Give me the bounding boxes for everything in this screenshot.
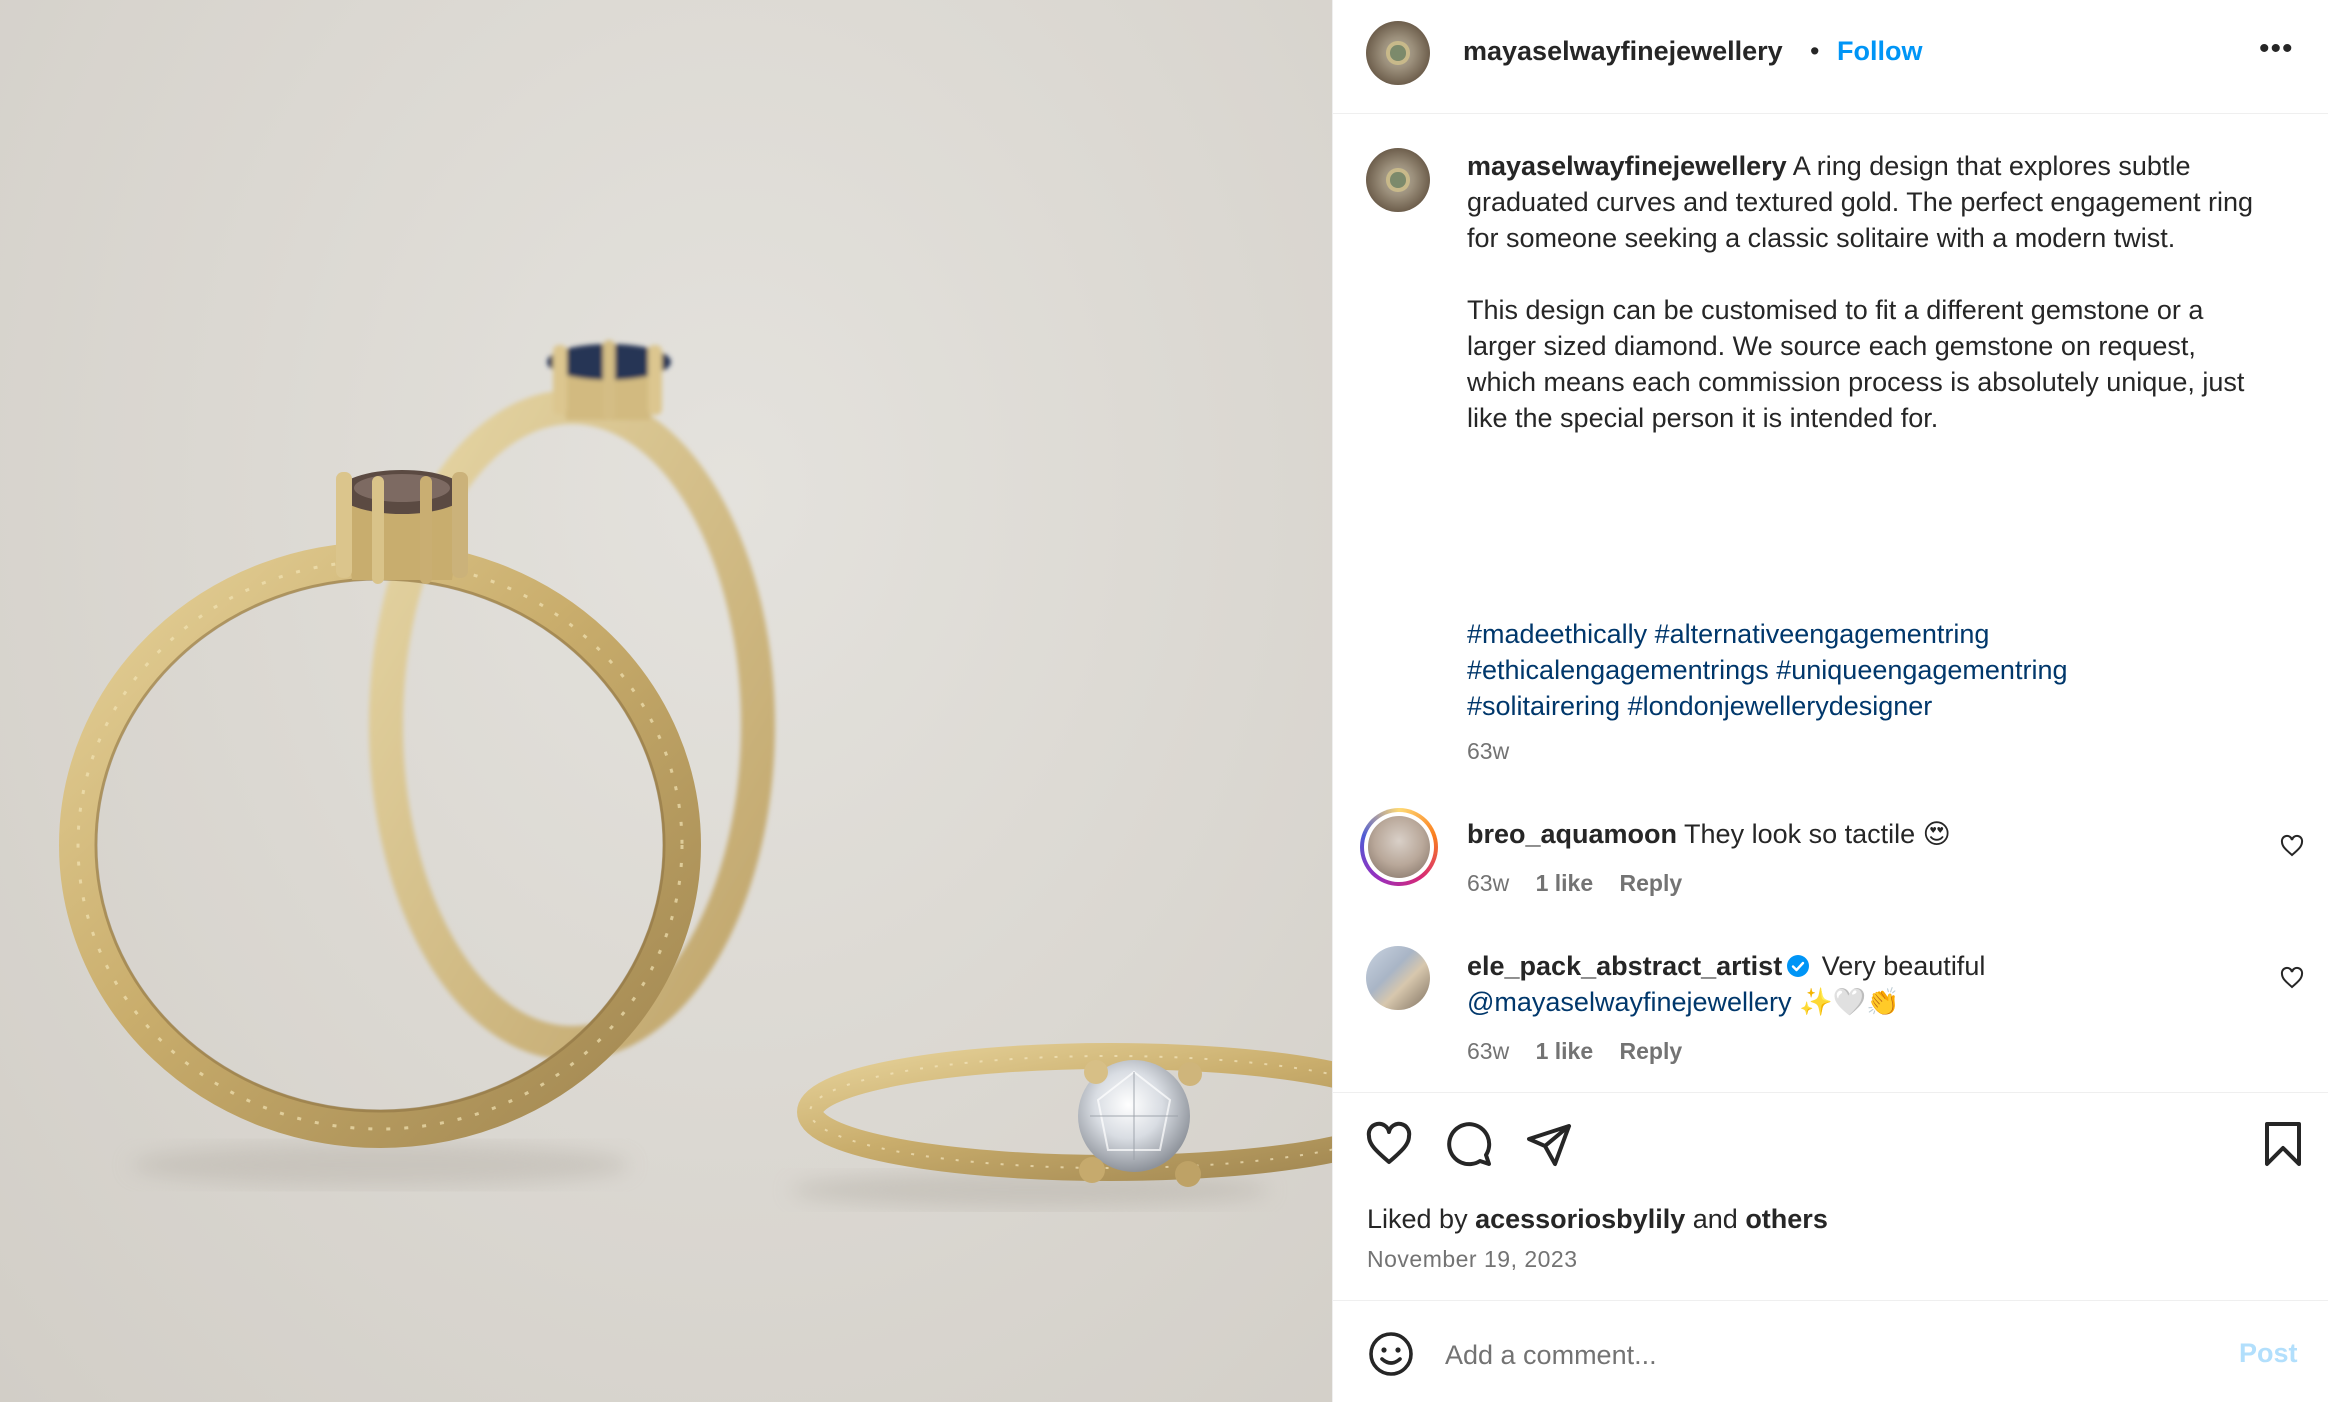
comment-text: breo_aquamoon They look so tactile 😍 (1467, 816, 2227, 852)
heart-icon[interactable] (1365, 1120, 1413, 1168)
commenter-avatar (1368, 816, 1430, 878)
likes-others[interactable]: others (1745, 1204, 1828, 1234)
add-comment-input[interactable] (1443, 1334, 2127, 1376)
hashtag-link[interactable]: #uniqueengagementring (1776, 655, 2067, 685)
back-ring (369, 340, 775, 1060)
separator-dot: • (1810, 36, 1820, 66)
hashtag-link[interactable]: #ethicalengagementrings (1467, 655, 1769, 685)
header-username[interactable]: mayaselwayfinejewellery (1463, 36, 1783, 67)
likes-summary: Liked by acessoriosbylily and others (1367, 1204, 1828, 1235)
bookmark-icon[interactable] (2261, 1120, 2305, 1168)
avatar[interactable] (1366, 21, 1430, 85)
diamond-ring (797, 1043, 1332, 1187)
likes-and: and (1692, 1204, 1738, 1234)
hashtag-link[interactable]: #alternativeengagementring (1655, 619, 1990, 649)
likes-prefix: Liked by (1367, 1204, 1468, 1234)
reply-button[interactable]: Reply (1620, 1038, 1683, 1064)
post-header: mayaselwayfinejewellery • Follow ••• (1333, 0, 2328, 114)
emoji-icon[interactable] (1367, 1330, 1415, 1378)
comment-meta: 63w 1 like Reply (1467, 870, 1702, 897)
comment-time[interactable]: 63w (1467, 870, 1509, 896)
verified-badge-icon (1787, 955, 1810, 977)
caption-timestamp[interactable]: 63w (1467, 738, 1509, 765)
reply-button[interactable]: Reply (1620, 870, 1683, 896)
follow-button[interactable]: Follow (1837, 36, 1922, 67)
divider (1333, 1092, 2328, 1093)
comment-meta: 63w 1 like Reply (1467, 1038, 1702, 1065)
hashtag-link[interactable]: #madeethically (1467, 619, 1647, 649)
more-horizontal-icon[interactable]: ••• (2259, 32, 2294, 66)
hashtag-link[interactable]: #solitairering (1467, 691, 1620, 721)
comment-body: Very beautiful (1821, 951, 1986, 981)
comment-text: ele_pack_abstract_artist Very beautiful … (1467, 948, 2227, 1020)
divider (1333, 1300, 2328, 1301)
caption-username[interactable]: mayaselwayfinejewellery (1467, 151, 1787, 181)
story-ring[interactable] (1360, 808, 1438, 886)
commenter-avatar[interactable] (1366, 946, 1430, 1010)
send-icon[interactable] (1525, 1120, 1573, 1168)
comment-icon[interactable] (1445, 1120, 1493, 1168)
comment-like-icon[interactable] (2280, 966, 2304, 990)
post-details-panel: mayaselwayfinejewellery • Follow ••• may… (1332, 0, 2328, 1402)
comment-emoji: ✨🤍👏 (1799, 987, 1900, 1017)
caption-avatar[interactable] (1366, 148, 1430, 212)
rings-illustration (59, 340, 1332, 1208)
comment-like-icon[interactable] (2280, 834, 2304, 858)
caption: mayaselwayfinejewellery A ring design th… (1467, 148, 2267, 436)
comment-username[interactable]: breo_aquamoon (1467, 819, 1677, 849)
comment-likes[interactable]: 1 like (1536, 870, 1594, 896)
caption-text: A ring design that explores subtle gradu… (1467, 151, 2254, 433)
comment-username[interactable]: ele_pack_abstract_artist (1467, 951, 1782, 981)
post-date[interactable]: November 19, 2023 (1367, 1246, 1578, 1273)
post-button[interactable]: Post (2239, 1338, 2298, 1369)
mention-link[interactable]: @mayaselwayfinejewellery (1467, 987, 1792, 1017)
comment-likes[interactable]: 1 like (1536, 1038, 1594, 1064)
post-photo[interactable] (0, 0, 1332, 1402)
comment-body: They look so tactile 😍 (1684, 819, 1951, 849)
hashtags: #madeethically #alternativeengagementrin… (1467, 616, 2267, 724)
hashtag-link[interactable]: #londonjewellerydesigner (1628, 691, 1933, 721)
comment-time[interactable]: 63w (1467, 1038, 1509, 1064)
liked-by-user[interactable]: acessoriosbylily (1475, 1204, 1685, 1234)
